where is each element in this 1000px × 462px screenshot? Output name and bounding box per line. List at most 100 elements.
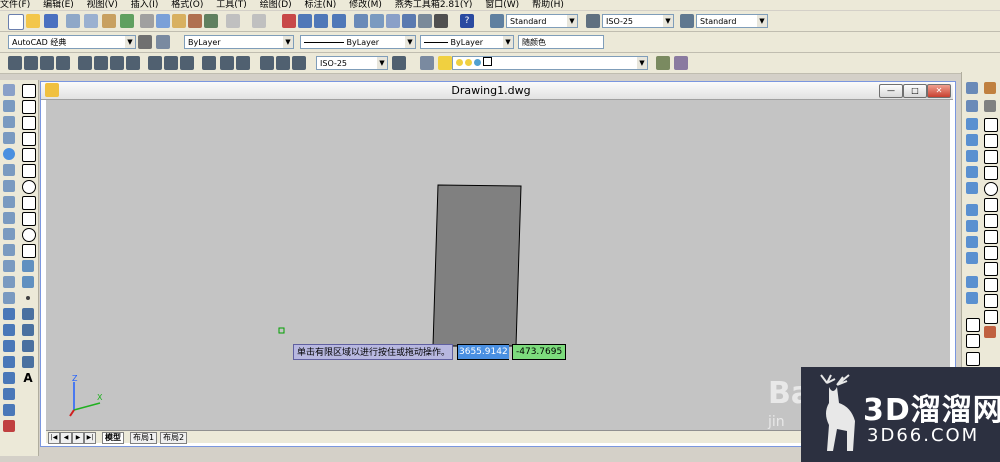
tab-model[interactable]: 模型	[102, 432, 124, 444]
planar-surface-icon[interactable]	[3, 212, 15, 224]
linetype-select[interactable]: ByLayer ▼	[300, 35, 416, 49]
undo-icon[interactable]	[226, 14, 240, 28]
torus-icon[interactable]	[3, 164, 15, 176]
extrude-icon[interactable]	[3, 228, 15, 240]
angular-dim-icon[interactable]	[126, 56, 140, 70]
wedge-icon[interactable]	[3, 100, 15, 112]
hatch-icon[interactable]	[22, 308, 34, 320]
box-icon[interactable]	[3, 84, 15, 96]
table-style-icon[interactable]	[680, 14, 694, 28]
revolve-icon[interactable]	[3, 276, 15, 288]
zoom-realtime-icon[interactable]	[298, 14, 312, 28]
view-top-icon[interactable]	[966, 118, 978, 130]
loft-icon[interactable]	[3, 292, 15, 304]
erase-icon[interactable]	[984, 82, 996, 94]
color-select[interactable]: ByLayer ▼	[184, 35, 294, 49]
zoom-window-icon[interactable]	[314, 14, 328, 28]
leader-icon[interactable]	[202, 56, 216, 70]
scale-icon[interactable]	[984, 198, 998, 212]
view-se-icon[interactable]	[966, 182, 978, 194]
insert-block-icon[interactable]	[22, 260, 34, 272]
last-tab-icon[interactable]: ▶|	[84, 432, 96, 444]
table-icon[interactable]	[22, 356, 34, 368]
hidden-icon[interactable]	[966, 236, 978, 248]
3d-align-icon[interactable]	[3, 388, 15, 400]
menu-file[interactable]: 文件(F)	[0, 0, 30, 10]
break-icon[interactable]	[984, 262, 998, 276]
menu-edit[interactable]: 编辑(E)	[43, 0, 74, 10]
pyramid-icon[interactable]	[3, 180, 15, 192]
view-side-icon[interactable]	[966, 134, 978, 146]
mirror-icon[interactable]	[984, 118, 998, 132]
sheet-set-icon[interactable]	[402, 14, 416, 28]
diameter-dim-icon[interactable]	[110, 56, 124, 70]
menu-format[interactable]: 格式(O)	[171, 0, 203, 10]
menu-tools[interactable]: 工具(T)	[216, 0, 247, 10]
gradient-icon[interactable]	[22, 324, 34, 336]
view-iso-icon[interactable]	[966, 150, 978, 162]
dim-style-manager-icon[interactable]	[392, 56, 406, 70]
dimedit-icon[interactable]	[260, 56, 274, 70]
menu-dimension[interactable]: 标注(N)	[305, 0, 337, 10]
plot-style-select[interactable]: 随颜色	[518, 35, 604, 49]
menu-draw[interactable]: 绘图(D)	[260, 0, 292, 10]
region-icon[interactable]	[22, 340, 34, 352]
3d-orbit-icon[interactable]	[3, 420, 15, 432]
ordinate-dim-icon[interactable]	[56, 56, 70, 70]
workspace-select[interactable]: AutoCAD 经典 ▼	[8, 35, 136, 49]
menu-view[interactable]: 视图(V)	[87, 0, 118, 10]
chamfer-icon[interactable]	[984, 294, 998, 308]
block-attr-icon[interactable]	[966, 352, 980, 366]
dragged-rectangle[interactable]	[432, 184, 522, 347]
linear-dim-icon[interactable]	[8, 56, 22, 70]
copy-obj-icon[interactable]	[966, 334, 980, 348]
view-sw-icon[interactable]	[966, 166, 978, 178]
make-current-icon[interactable]	[656, 56, 670, 70]
spline-icon[interactable]	[22, 212, 36, 226]
plot-icon[interactable]	[66, 14, 80, 28]
view-front-icon[interactable]	[966, 100, 978, 112]
cut-icon[interactable]	[140, 14, 154, 28]
explode-icon[interactable]	[984, 326, 996, 338]
quick-dim-icon[interactable]	[148, 56, 162, 70]
dim-style-icon[interactable]	[586, 14, 600, 28]
point-icon[interactable]	[26, 296, 30, 300]
radius-dim-icon[interactable]	[78, 56, 92, 70]
render-icon[interactable]	[966, 82, 978, 94]
tool-palettes-icon[interactable]	[386, 14, 400, 28]
layer-on-icon[interactable]	[438, 56, 452, 70]
construction-line-icon[interactable]	[22, 100, 36, 114]
jogged-dim-icon[interactable]	[94, 56, 108, 70]
open-icon[interactable]	[26, 14, 40, 28]
next-tab-icon[interactable]: ▶	[72, 432, 84, 444]
lineweight-select[interactable]: ByLayer ▼	[420, 35, 514, 49]
table-style-select[interactable]: Standard ▼	[696, 14, 768, 28]
helix-icon[interactable]	[3, 196, 15, 208]
sweep-icon[interactable]	[3, 260, 15, 272]
menu-insert[interactable]: 插入(I)	[131, 0, 159, 10]
dim-style-select[interactable]: ISO-25 ▼	[602, 14, 674, 28]
walk-icon[interactable]	[966, 292, 978, 304]
stretch-icon[interactable]	[984, 214, 998, 228]
layer-select[interactable]: ▼	[452, 56, 648, 70]
intersect-icon[interactable]	[3, 340, 15, 352]
realistic-icon[interactable]	[966, 252, 978, 264]
menu-modify[interactable]: 修改(M)	[349, 0, 382, 10]
rectangle-icon[interactable]	[22, 148, 36, 162]
baseline-dim-icon[interactable]	[164, 56, 178, 70]
array-icon[interactable]	[984, 150, 998, 164]
visual-style-icon[interactable]	[966, 204, 978, 216]
layer-properties-icon[interactable]	[420, 56, 434, 70]
center-mark-icon[interactable]	[236, 56, 250, 70]
match-prop-icon[interactable]	[188, 14, 202, 28]
camera-icon[interactable]	[966, 276, 978, 288]
aligned-dim-icon[interactable]	[24, 56, 38, 70]
move-icon[interactable]	[984, 166, 998, 180]
dim-style-select-2[interactable]: ISO-25 ▼	[316, 56, 388, 70]
cylinder-icon[interactable]	[3, 148, 15, 160]
tab-layout2[interactable]: 布局2	[160, 432, 188, 444]
zoom-previous-icon[interactable]	[332, 14, 346, 28]
subtract-icon[interactable]	[3, 324, 15, 336]
dim-update-icon[interactable]	[292, 56, 306, 70]
properties-icon[interactable]	[354, 14, 368, 28]
